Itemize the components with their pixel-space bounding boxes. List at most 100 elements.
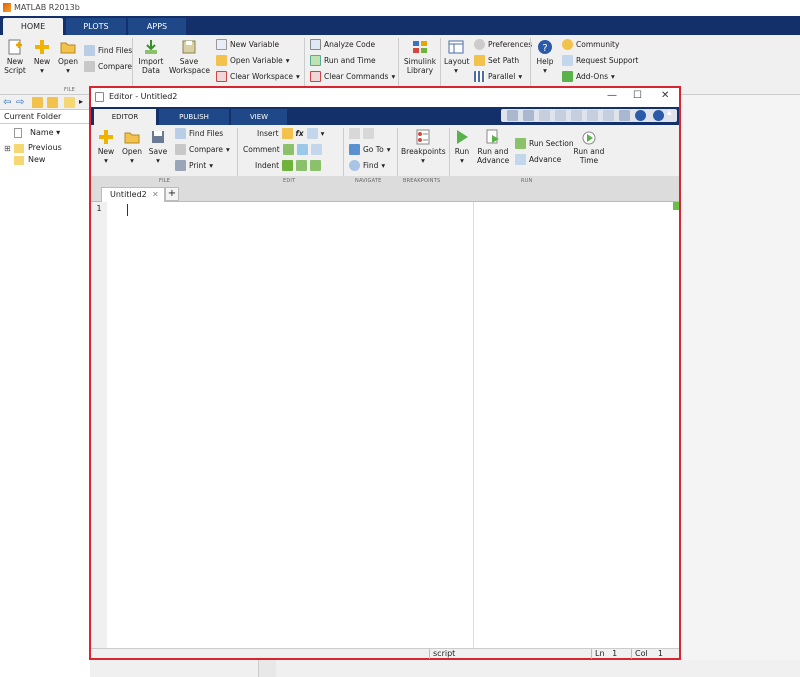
compare-button[interactable]: Compare ▾: [175, 144, 230, 155]
editor-doc-icon: [95, 92, 104, 102]
decrease-indent-icon[interactable]: [310, 160, 322, 171]
simulink-library-button[interactable]: Simulink Library: [403, 39, 437, 75]
code-analyzer-status-icon[interactable]: [673, 202, 679, 210]
quick-redo-icon[interactable]: [587, 110, 598, 121]
ribbon-divider: [530, 38, 531, 90]
advance-button[interactable]: Advance: [515, 154, 561, 165]
save-workspace-icon: [182, 40, 196, 54]
code-editor[interactable]: [107, 202, 673, 648]
run-section-button[interactable]: Run Section: [515, 138, 574, 149]
wrap-comments-icon[interactable]: [310, 144, 322, 155]
save-workspace-button[interactable]: Save Workspace: [169, 39, 210, 75]
go-to-button[interactable]: Go To ▾: [349, 144, 390, 155]
find-files-button[interactable]: Find Files: [84, 45, 132, 56]
request-support-button[interactable]: Request Support: [562, 55, 639, 66]
print-button[interactable]: Print ▾: [175, 160, 213, 171]
clear-workspace-button[interactable]: Clear Workspace ▾: [216, 71, 300, 82]
set-path-button[interactable]: Set Path: [474, 55, 519, 66]
insert-dropdown-icon[interactable]: [306, 128, 318, 139]
quick-copy-icon[interactable]: [539, 110, 550, 121]
up-folder-icon[interactable]: [32, 97, 43, 108]
breakpoints-button[interactable]: Breakpoints ▾: [401, 129, 446, 165]
open-file-button[interactable]: Open ▾: [121, 129, 143, 165]
run-and-advance-button[interactable]: Run and Advance: [477, 129, 509, 165]
import-data-button[interactable]: Import Data: [137, 39, 165, 75]
layout-button[interactable]: Layout ▾: [444, 39, 470, 75]
tab-plots[interactable]: PLOTS: [66, 18, 126, 35]
indent-button[interactable]: Indent: [255, 160, 322, 171]
close-icon[interactable]: ✕: [661, 90, 669, 101]
uncomment-icon[interactable]: [296, 144, 308, 155]
minimize-icon[interactable]: —: [607, 90, 617, 101]
help-icon: ?: [538, 40, 552, 54]
undock-icon[interactable]: ▴: [667, 108, 672, 118]
list-item[interactable]: New: [28, 155, 45, 164]
quick-save-icon[interactable]: [507, 110, 518, 121]
path-folder-icon[interactable]: [64, 97, 75, 108]
quick-switch-icon[interactable]: [603, 110, 614, 121]
run-button[interactable]: Run ▾: [451, 129, 473, 165]
quick-undo-icon[interactable]: [571, 110, 582, 121]
tab-editor[interactable]: EDITOR: [94, 109, 156, 125]
line-number-gutter: 1: [91, 202, 107, 648]
path-chevron-icon[interactable]: ▸: [79, 97, 83, 106]
add-ons-button[interactable]: Add-Ons ▾: [562, 71, 615, 82]
find-button[interactable]: Find ▾: [349, 160, 385, 171]
advance-icon: [515, 154, 526, 165]
document-tab-bar: Untitled2 ✕ +: [91, 186, 679, 202]
new-variable-button[interactable]: New Variable: [216, 39, 279, 50]
back-arrow-icon[interactable]: ⇦: [3, 97, 11, 108]
tab-apps[interactable]: APPS: [128, 18, 186, 35]
analyze-code-icon: [310, 39, 321, 50]
new-file-button[interactable]: New ▾: [95, 129, 117, 165]
maximize-icon[interactable]: ☐: [633, 90, 642, 101]
quick-paste-icon[interactable]: [555, 110, 566, 121]
quick-help-icon[interactable]: [635, 110, 646, 121]
section-label-edit: EDIT: [283, 178, 296, 184]
help-button[interactable]: ? Help ▾: [534, 39, 556, 75]
address-toolbar: ⇦ ⇨ ▸: [0, 95, 90, 110]
list-item[interactable]: Previous: [28, 143, 62, 152]
open-variable-button[interactable]: Open Variable ▾: [216, 55, 290, 66]
tab-home[interactable]: HOME: [3, 18, 63, 35]
browse-folder-icon[interactable]: [47, 97, 58, 108]
save-file-button[interactable]: Save ▾: [147, 129, 169, 165]
find-files-button[interactable]: Find Files: [175, 128, 223, 139]
tab-publish[interactable]: PUBLISH: [159, 109, 229, 125]
forward-nav-icon[interactable]: [363, 128, 374, 139]
run-and-time-button[interactable]: Run and Time: [310, 55, 376, 66]
fx-button[interactable]: fx: [296, 129, 304, 138]
document-tab-untitled2[interactable]: Untitled2 ✕: [101, 187, 165, 202]
current-folder-list: Name ▾ ⊞ Previous New: [0, 124, 90, 677]
compare-button[interactable]: Compare: [84, 61, 132, 72]
increase-indent-icon[interactable]: [296, 160, 308, 171]
name-column-header[interactable]: Name ▾: [30, 128, 60, 137]
quick-print-icon[interactable]: [619, 110, 630, 121]
new-script-button[interactable]: New Script: [3, 39, 27, 75]
dropdown-icon[interactable]: [653, 110, 664, 121]
community-button[interactable]: Community: [562, 39, 619, 50]
folder-icon: [14, 144, 24, 153]
comment-button[interactable]: Comment: [243, 144, 322, 155]
close-tab-icon[interactable]: ✕: [152, 190, 159, 199]
tab-view[interactable]: VIEW: [231, 109, 287, 125]
variable-icon: [216, 39, 227, 50]
parallel-button[interactable]: Parallel ▾: [474, 71, 522, 82]
scrollbar[interactable]: [258, 660, 276, 677]
analyze-code-button[interactable]: Analyze Code: [310, 39, 375, 50]
new-button[interactable]: New ▾: [31, 39, 53, 75]
clear-commands-button[interactable]: Clear Commands ▾: [310, 71, 395, 82]
gear-icon: [474, 39, 485, 50]
navigate-back-button[interactable]: [349, 128, 374, 139]
ribbon-divider: [132, 38, 133, 90]
insert-button[interactable]: Insert fx ▾: [257, 128, 324, 139]
open-button[interactable]: Open ▾: [57, 39, 79, 75]
add-tab-button[interactable]: +: [165, 187, 179, 201]
breakpoints-icon: [416, 129, 430, 145]
forward-arrow-icon[interactable]: ⇨: [16, 97, 24, 108]
expand-icon[interactable]: ⊞: [4, 144, 11, 153]
run-and-advance-icon: [486, 129, 499, 144]
preferences-button[interactable]: Preferences: [474, 39, 532, 50]
run-and-time-button[interactable]: Run and Time: [573, 129, 605, 165]
quick-cut-icon[interactable]: [523, 110, 534, 121]
